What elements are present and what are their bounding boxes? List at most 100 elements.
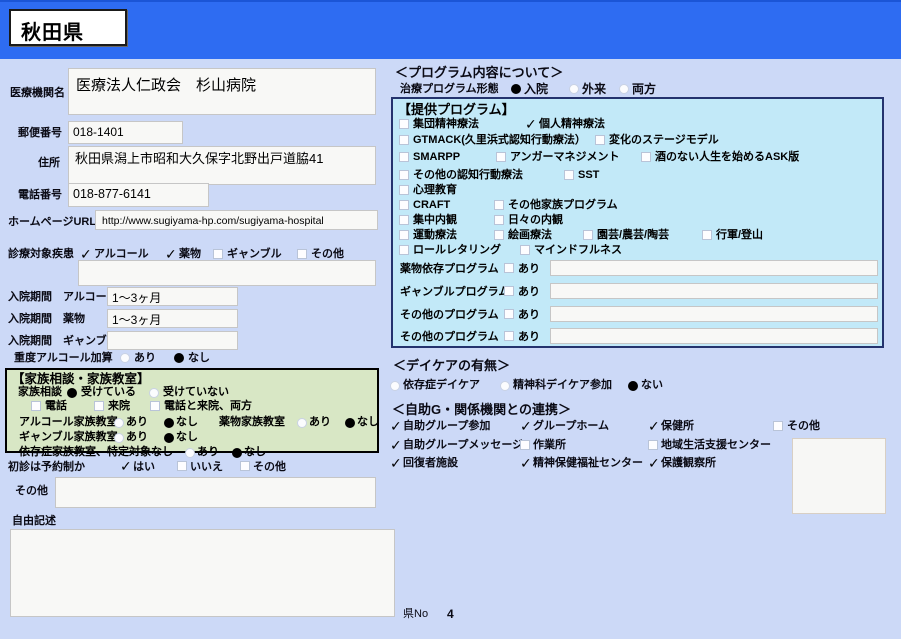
general-class-nashi-radio[interactable] xyxy=(232,448,242,458)
gamble-program-ari-checkbox[interactable] xyxy=(504,286,514,296)
address-label: 住所 xyxy=(38,158,60,169)
first-visit-other-label: その他 xyxy=(253,462,286,473)
alcohol-class-ari-label: あり xyxy=(126,417,148,428)
coop-other-checkbox[interactable] xyxy=(773,421,783,431)
stay-gamble-input[interactable] xyxy=(107,331,238,350)
severe-alcohol-label: 重度アルコール加算 xyxy=(14,353,113,364)
program-checkbox-other-family[interactable] xyxy=(494,200,504,210)
program-checkbox-individual-psychotherapy[interactable] xyxy=(525,119,535,129)
program-label: GTMACK(久里浜式認知行動療法） xyxy=(413,135,586,146)
other-input[interactable] xyxy=(55,477,376,508)
other-program1-ari-checkbox[interactable] xyxy=(504,309,514,319)
cooperation-other-note[interactable] xyxy=(792,438,886,514)
disease-drug-checkbox[interactable] xyxy=(165,249,175,259)
program-checkbox-craft[interactable] xyxy=(399,200,409,210)
daycare-psychiatric-radio[interactable] xyxy=(500,381,510,391)
first-visit-no-checkbox[interactable] xyxy=(177,461,187,471)
coop-label: 自助グループメッセージ xyxy=(403,440,523,451)
alcohol-class-ari-radio[interactable] xyxy=(114,418,124,428)
general-class-label: 依存症家族教室、特定対象なし xyxy=(19,447,173,458)
phone-input[interactable]: 018-877-6141 xyxy=(68,183,209,207)
general-class-ari-radio[interactable] xyxy=(185,448,195,458)
program-checkbox-sst[interactable] xyxy=(564,170,574,180)
method-both-checkbox[interactable] xyxy=(150,401,160,411)
severe-nashi-label: なし xyxy=(188,353,210,364)
form-both-radio[interactable] xyxy=(619,84,629,94)
first-visit-yes-checkbox[interactable] xyxy=(120,461,130,471)
gamble-class-nashi-radio[interactable] xyxy=(164,433,174,443)
phone-label: 電話番号 xyxy=(18,190,62,201)
stay-drug-input[interactable]: 1～3ヶ月 xyxy=(107,309,238,328)
method-phone-checkbox[interactable] xyxy=(31,401,41,411)
form-outpatient-radio[interactable] xyxy=(569,84,579,94)
program-checkbox-daily-naikan[interactable] xyxy=(494,215,504,225)
drug-program-ari-checkbox[interactable] xyxy=(504,263,514,273)
coop-recovery-facility-checkbox[interactable] xyxy=(390,458,400,468)
program-checkbox-ask[interactable] xyxy=(641,152,651,162)
postal-input[interactable]: 018-1401 xyxy=(68,121,183,144)
form-page: { "header": { "prefecture": "秋田県" }, "le… xyxy=(0,0,901,639)
url-input[interactable]: http://www.sugiyama-hp.com/sugiyama-hosp… xyxy=(95,210,378,230)
alcohol-class-nashi-radio[interactable] xyxy=(164,418,174,428)
disease-alcohol-checkbox[interactable] xyxy=(80,249,90,259)
coop-selfhelp-checkbox[interactable] xyxy=(390,421,400,431)
program-checkbox-mindfulness[interactable] xyxy=(520,245,530,255)
coop-label: 地域生活支援センター xyxy=(661,440,771,451)
severe-ari-radio[interactable] xyxy=(120,353,130,363)
method-visit-label: 来院 xyxy=(108,401,130,412)
program-checkbox-anger-management[interactable] xyxy=(496,152,506,162)
coop-label: 保護観察所 xyxy=(661,458,716,469)
drug-class-ari-radio[interactable] xyxy=(297,418,307,428)
other-program1-label: その他のプログラム xyxy=(400,310,499,321)
method-visit-checkbox[interactable] xyxy=(94,401,104,411)
other-program2-ari-checkbox[interactable] xyxy=(504,331,514,341)
drug-class-label: 薬物家族教室 xyxy=(219,417,285,428)
program-checkbox-exercise[interactable] xyxy=(399,230,409,240)
disease-gamble-checkbox[interactable] xyxy=(213,249,223,259)
drug-class-nashi-radio[interactable] xyxy=(345,418,355,428)
program-checkbox-gardening[interactable] xyxy=(583,230,593,240)
daycare-none-radio[interactable] xyxy=(628,381,638,391)
consult-no-radio[interactable] xyxy=(149,388,159,398)
program-checkbox-role-lettering[interactable] xyxy=(399,245,409,255)
program-checkbox-psychoeducation[interactable] xyxy=(399,185,409,195)
program-checkbox-smarpp[interactable] xyxy=(399,152,409,162)
coop-selfhelp-message-checkbox[interactable] xyxy=(390,440,400,450)
coop-probation-office-checkbox[interactable] xyxy=(648,458,658,468)
coop-mental-welfare-center-checkbox[interactable] xyxy=(520,458,530,468)
first-visit-other-checkbox[interactable] xyxy=(240,461,250,471)
coop-community-center-checkbox[interactable] xyxy=(648,440,658,450)
program-form-label: 治療プログラム形態 xyxy=(400,84,499,95)
severe-nashi-radio[interactable] xyxy=(174,353,184,363)
diseases-note-input[interactable] xyxy=(78,260,376,286)
other-program2-input[interactable] xyxy=(550,328,878,344)
other-program1-input[interactable] xyxy=(550,306,878,322)
coop-healthcenter-checkbox[interactable] xyxy=(648,421,658,431)
program-checkbox-gtmack[interactable] xyxy=(399,135,409,145)
program-checkbox-march-climbing[interactable] xyxy=(702,230,712,240)
program-label: 酒のない人生を始めるASK版 xyxy=(655,152,799,163)
disease-other-checkbox[interactable] xyxy=(297,249,307,259)
cooperation-heading: ＜自助G・関係機関との連携＞ xyxy=(392,403,571,416)
program-checkbox-intensive-naikan[interactable] xyxy=(399,215,409,225)
program-checkbox-other-cbt[interactable] xyxy=(399,170,409,180)
daycare-addiction-radio[interactable] xyxy=(390,381,400,391)
consult-yes-radio[interactable] xyxy=(67,388,77,398)
coop-grouphome-checkbox[interactable] xyxy=(520,421,530,431)
gamble-class-ari-radio[interactable] xyxy=(114,433,124,443)
coop-workshop-checkbox[interactable] xyxy=(520,440,530,450)
stay-alcohol-input[interactable]: 1～3ヶ月 xyxy=(107,287,238,306)
free-text-area[interactable] xyxy=(10,529,395,617)
program-label: 集団精神療法 xyxy=(413,119,479,130)
program-label: 集中内観 xyxy=(413,215,457,226)
address-input[interactable]: 秋田県潟上市昭和大久保字北野出戸道脇41 xyxy=(68,146,376,185)
program-label: 運動療法 xyxy=(413,230,457,241)
gamble-program-input[interactable] xyxy=(550,283,878,299)
institution-input[interactable]: 医療法人仁政会 杉山病院 xyxy=(68,68,376,115)
program-checkbox-painting[interactable] xyxy=(494,230,504,240)
drug-program-input[interactable] xyxy=(550,260,878,276)
other-program1-ari-label: あり xyxy=(518,310,540,321)
program-checkbox-stage-model[interactable] xyxy=(595,135,605,145)
program-checkbox-group-psychotherapy[interactable] xyxy=(399,119,409,129)
form-inpatient-radio[interactable] xyxy=(511,84,521,94)
